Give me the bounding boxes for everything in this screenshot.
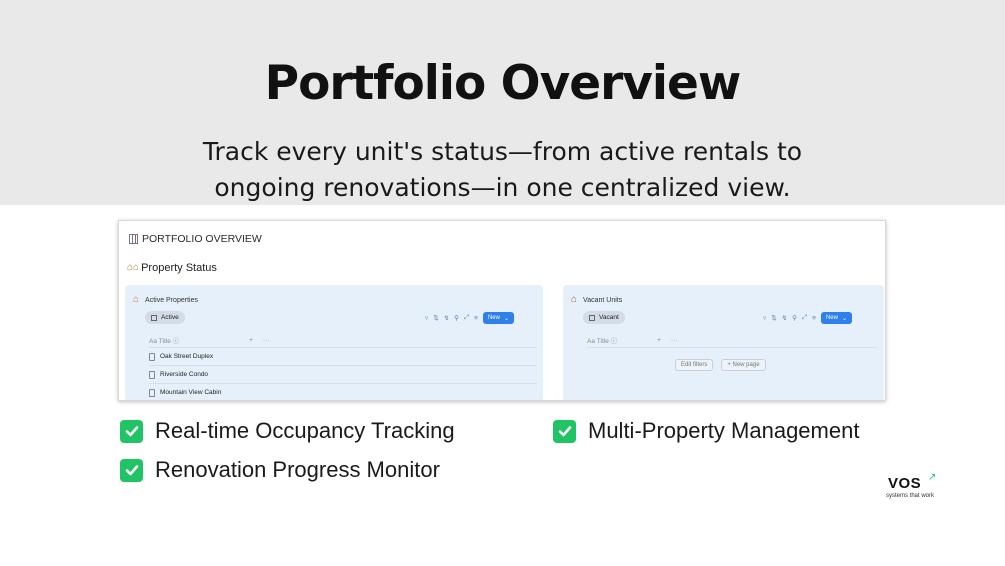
bar-chart-icon [129,234,138,244]
settings-icon[interactable]: ≡ [474,315,478,322]
table-row[interactable]: Oak Street Duplex [149,347,537,365]
filter-icon[interactable]: ▿ [763,314,766,322]
filter-icon[interactable]: ▿ [425,314,428,322]
row-title: Riverside Condo [160,371,209,378]
title-column[interactable]: Aa Title ⓘ [587,335,617,345]
page-icon [149,352,155,361]
feature-label: Multi-Property Management [588,418,860,443]
column-header: Aa Title ⓘ + ··· [149,335,270,346]
edit-filters-button[interactable]: Edit filters [675,359,714,371]
new-button[interactable]: New ⌄ [482,312,514,324]
feature-item: Real-time Occupancy Tracking [120,418,455,444]
view-tab-vacant-label: Vacant [599,314,619,321]
active-toolbar: ▿ ⇅ ↯ ⚲ ⤢ ≡ New ⌄ [425,312,514,324]
search-icon[interactable]: ⚲ [792,314,797,322]
expand-icon[interactable]: ⤢ [464,314,469,322]
sort-icon[interactable]: ⇅ [433,314,438,322]
table-view-icon [589,314,595,321]
logo-wordmark: VOS [888,475,922,492]
arrow-up-right-icon: ↗ [928,472,937,483]
view-tab-vacant[interactable]: Vacant [583,311,625,324]
new-page-button[interactable]: + New page [721,359,766,371]
more-icon[interactable]: ··· [671,337,678,344]
empty-state-actions: Edit filters + New page [675,359,766,371]
app-page-title-text: PORTFOLIO OVERVIEW [142,233,262,245]
hero-title: Portfolio Overview [264,56,742,111]
new-button-label: New [825,315,838,321]
chevron-down-icon: ⌄ [503,315,509,322]
table-view-icon [151,314,157,321]
new-button-label: New [487,315,500,321]
divider [587,347,877,348]
add-column-icon[interactable]: + [657,337,661,344]
expand-icon[interactable]: ⤢ [802,314,807,322]
add-column-icon[interactable]: + [249,337,253,344]
more-icon[interactable]: ··· [263,337,270,344]
active-panel-heading: ⌂ Active Properties [133,295,198,305]
view-tab-active-label: Active [161,314,179,321]
view-tab-active[interactable]: Active [145,311,185,324]
app-page-title: PORTFOLIO OVERVIEW [129,233,262,245]
table-row[interactable]: Mountain View Cabin [149,383,537,400]
active-properties-panel: ⌂ Active Properties Active ▿ ⇅ ↯ ⚲ ⤢ ≡ N… [125,285,543,400]
feature-label: Real-time Occupancy Tracking [155,418,455,443]
house-icon: ⌂ [133,294,140,305]
row-title: Oak Street Duplex [160,353,214,360]
page-icon [149,370,155,379]
vos-logo: VOS ↗ systems that work [884,472,944,502]
house-icon: ⌂ [571,294,578,305]
column-header: Aa Title ⓘ + ··· [587,335,678,346]
automation-icon[interactable]: ↯ [444,314,449,322]
hero-banner: Portfolio Overview Track every unit's st… [0,0,1005,205]
logo-tagline: systems that work [886,493,935,499]
active-panel-heading-text: Active Properties [145,296,198,304]
checkmark-icon [120,419,143,443]
feature-item: Renovation Progress Monitor [120,457,440,483]
automation-icon[interactable]: ↯ [782,314,787,322]
title-column[interactable]: Aa Title ⓘ [149,335,179,345]
page-icon [149,388,155,397]
section-heading-text: Property Status [141,262,217,274]
feature-item: Multi-Property Management [553,418,859,444]
new-button[interactable]: New ⌄ [820,312,852,324]
checkmark-icon [120,458,143,482]
app-screenshot: PORTFOLIO OVERVIEW ⌂⌂ Property Status ⌂ … [118,220,886,401]
vacant-units-panel: ⌂ Vacant Units Vacant ▿ ⇅ ↯ ⚲ ⤢ ≡ New ⌄ … [563,285,884,400]
section-heading: ⌂⌂ Property Status [127,262,217,274]
title-column-label: Title [158,338,171,345]
search-icon[interactable]: ⚲ [454,314,459,322]
row-title: Mountain View Cabin [160,389,222,396]
title-column-label: Title [596,338,609,345]
table-row[interactable]: Riverside Condo [149,365,537,383]
chevron-down-icon: ⌄ [841,315,847,322]
houses-icon: ⌂⌂ [127,262,140,273]
vacant-toolbar: ▿ ⇅ ↯ ⚲ ⤢ ≡ New ⌄ [763,312,852,324]
feature-label: Renovation Progress Monitor [155,457,440,482]
sort-icon[interactable]: ⇅ [771,314,776,322]
vacant-panel-heading: ⌂ Vacant Units [571,295,622,305]
vacant-panel-heading-text: Vacant Units [583,296,623,304]
checkmark-icon [553,419,576,443]
hero-subtitle: Track every unit's status—from active re… [202,137,803,202]
settings-icon[interactable]: ≡ [812,315,816,322]
